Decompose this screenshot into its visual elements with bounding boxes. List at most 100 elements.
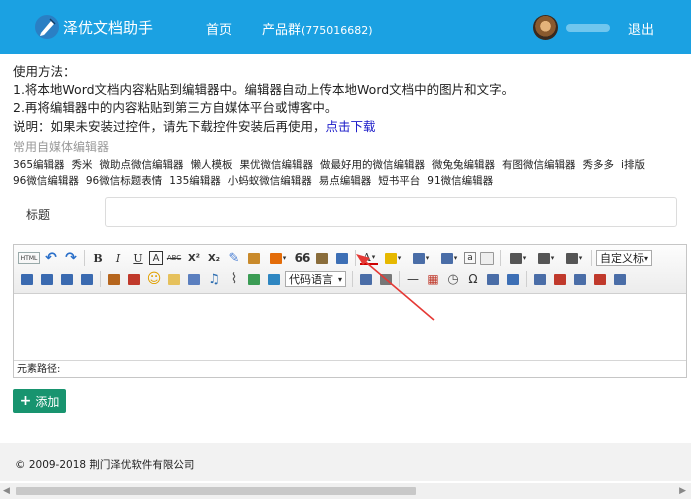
multi-image-icon[interactable] bbox=[125, 270, 143, 288]
editor-link[interactable]: 微助点微信编辑器 bbox=[100, 159, 184, 171]
superscript-icon[interactable]: X² bbox=[185, 249, 203, 267]
code-language-select[interactable]: 代码语言 bbox=[285, 271, 346, 287]
strikethrough-icon[interactable]: ABC bbox=[165, 249, 183, 267]
avatar[interactable] bbox=[533, 15, 558, 40]
word-image-upload-icon[interactable] bbox=[333, 249, 351, 267]
editor-link[interactable]: 135编辑器 bbox=[169, 175, 221, 187]
app-title: 泽优文档助手 bbox=[63, 18, 154, 37]
web-image-icon[interactable] bbox=[357, 270, 375, 288]
pen-logo-icon bbox=[35, 15, 59, 39]
select-all-icon[interactable]: a bbox=[464, 252, 476, 264]
page-break-icon[interactable] bbox=[377, 270, 395, 288]
footer: © 2009-2018 荆门泽优软件有限公司 bbox=[0, 443, 691, 481]
copyright-text: © 2009-2018 荆门泽优软件有限公司 bbox=[15, 459, 195, 471]
usage-step-2: 2.再将编辑器中的内容粘贴到第三方自媒体平台或博客中。 bbox=[13, 100, 338, 116]
delete-row-icon[interactable] bbox=[591, 270, 609, 288]
ordered-list-icon[interactable] bbox=[408, 249, 434, 267]
download-link[interactable]: 点击下载 bbox=[326, 119, 376, 134]
nav-home-link[interactable]: 首页 bbox=[206, 19, 232, 38]
editor-link[interactable]: 微兔兔编辑器 bbox=[432, 159, 495, 171]
insert-col-icon[interactable] bbox=[611, 270, 629, 288]
editor-link[interactable]: 易点编辑器 bbox=[319, 175, 372, 187]
format-brush-icon[interactable] bbox=[245, 249, 263, 267]
top-navbar: 泽优文档助手 首页 产品群(775016682) 退出 bbox=[0, 0, 691, 54]
add-button[interactable]: + 添加 bbox=[13, 389, 66, 413]
align-right-icon[interactable] bbox=[58, 270, 76, 288]
editor-link[interactable]: 秀米 bbox=[72, 159, 93, 171]
toolbar-separator bbox=[352, 271, 353, 287]
logout-link[interactable]: 退出 bbox=[628, 19, 654, 38]
editor-link[interactable]: 91微信编辑器 bbox=[427, 175, 493, 187]
scrollbar-thumb[interactable] bbox=[16, 487, 416, 495]
word-image-icon[interactable] bbox=[504, 270, 522, 288]
align-justify-icon[interactable] bbox=[78, 270, 96, 288]
editor-content-area[interactable] bbox=[14, 294, 686, 360]
editor-link[interactable]: 秀多多 bbox=[583, 159, 615, 171]
usage-instructions: 使用方法： 1.将本地Word文档内容粘贴到编辑器中。编辑器自动上传本地Word… bbox=[13, 63, 514, 136]
common-editors-title: 常用自媒体编辑器 bbox=[13, 140, 110, 154]
paste-plain-icon[interactable] bbox=[313, 249, 331, 267]
insert-frame-icon[interactable] bbox=[185, 270, 203, 288]
nav-product-group-link[interactable]: 产品群(775016682) bbox=[262, 19, 373, 38]
usage-step-1: 1.将本地Word文档内容粘贴到编辑器中。编辑器自动上传本地Word文档中的图片… bbox=[13, 82, 515, 98]
editor-link[interactable]: 有图微信编辑器 bbox=[502, 159, 576, 171]
editor-link[interactable]: 果优微信编辑器 bbox=[240, 159, 314, 171]
attachment-icon[interactable]: ⌇ bbox=[225, 270, 243, 288]
auto-typeset-icon[interactable] bbox=[265, 249, 291, 267]
plus-icon: + bbox=[19, 393, 32, 409]
editor-link[interactable]: i排版 bbox=[621, 159, 645, 171]
bold-icon[interactable]: B bbox=[89, 249, 107, 267]
emoji-icon[interactable]: ☺ bbox=[145, 270, 163, 288]
insert-table-icon[interactable] bbox=[531, 270, 549, 288]
editor-link[interactable]: 96微信编辑器 bbox=[13, 175, 79, 187]
align-center-icon[interactable] bbox=[38, 270, 56, 288]
special-char-icon[interactable]: Ω bbox=[464, 270, 482, 288]
time-icon[interactable]: ◷ bbox=[444, 270, 462, 288]
insert-row-icon[interactable] bbox=[571, 270, 589, 288]
scroll-right-icon[interactable]: ▶ bbox=[679, 486, 686, 496]
toolbar-row-2: ☺ ♫⌇ 代码语言 —▦◷Ω bbox=[18, 269, 631, 289]
map-icon[interactable] bbox=[245, 270, 263, 288]
editor-link[interactable]: 96微信标题表情 bbox=[86, 175, 162, 187]
rich-text-editor: HTML↶↷BIUAABCX²X₂✎66Aa自定义标题 ☺♫⌇代码语言—▦◷Ω … bbox=[13, 244, 687, 378]
image-icon[interactable] bbox=[105, 270, 123, 288]
undo-icon[interactable]: ↶ bbox=[42, 249, 60, 267]
underline-icon[interactable]: U bbox=[129, 249, 147, 267]
row-spacing-bottom-icon[interactable] bbox=[533, 249, 559, 267]
row-spacing-top-icon[interactable] bbox=[505, 249, 531, 267]
horizontal-rule-icon[interactable]: — bbox=[404, 270, 422, 288]
editor-link[interactable]: 365编辑器 bbox=[13, 159, 65, 171]
italic-icon[interactable]: I bbox=[109, 249, 127, 267]
blockquote-icon[interactable]: 66 bbox=[293, 249, 311, 267]
brand[interactable]: 泽优文档助手 bbox=[34, 13, 153, 41]
usage-heading: 使用方法： bbox=[13, 64, 76, 79]
line-height-icon[interactable] bbox=[561, 249, 587, 267]
scroll-left-icon[interactable]: ◀ bbox=[3, 486, 10, 496]
toolbar-separator bbox=[500, 250, 501, 266]
subscript-icon[interactable]: X₂ bbox=[205, 249, 223, 267]
title-label: 标题 bbox=[26, 208, 51, 222]
html-icon[interactable]: HTML bbox=[18, 252, 40, 264]
editor-link[interactable]: 小蚂蚁微信编辑器 bbox=[228, 175, 312, 187]
date-icon[interactable]: ▦ bbox=[424, 270, 442, 288]
music-icon[interactable]: ♫ bbox=[205, 270, 223, 288]
font-color-icon[interactable]: A bbox=[360, 251, 378, 265]
title-input[interactable] bbox=[105, 197, 677, 227]
search-replace-icon[interactable] bbox=[484, 270, 502, 288]
editor-link[interactable]: 做最好用的微信编辑器 bbox=[320, 159, 425, 171]
custom-title-select[interactable]: 自定义标题 bbox=[596, 250, 652, 266]
align-left-icon[interactable] bbox=[18, 270, 36, 288]
eraser-icon[interactable]: ✎ bbox=[225, 249, 243, 267]
redo-icon[interactable]: ↷ bbox=[62, 249, 80, 267]
clear-doc-icon[interactable] bbox=[478, 249, 496, 267]
editor-link[interactable]: 懒人模板 bbox=[191, 159, 233, 171]
unordered-list-icon[interactable] bbox=[436, 249, 462, 267]
gmap-icon[interactable] bbox=[265, 270, 283, 288]
scrawl-icon[interactable] bbox=[165, 270, 183, 288]
font-border-icon[interactable]: A bbox=[149, 251, 163, 265]
editor-link[interactable]: 短书平台 bbox=[378, 175, 420, 187]
highlight-color-icon[interactable] bbox=[380, 249, 406, 267]
delete-table-icon[interactable] bbox=[551, 270, 569, 288]
nav-group-label: 产品群 bbox=[262, 23, 302, 38]
horizontal-scrollbar[interactable]: ◀ ▶ bbox=[0, 483, 691, 499]
